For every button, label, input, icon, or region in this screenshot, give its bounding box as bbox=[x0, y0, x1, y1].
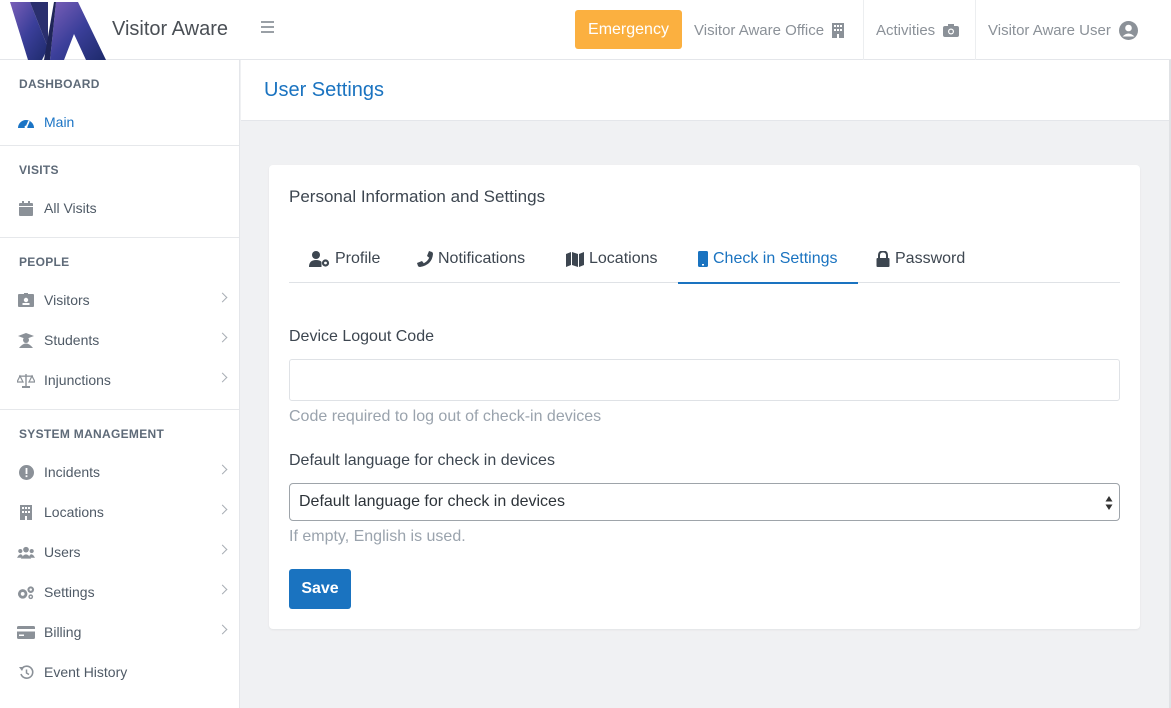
sidebar-item-label: Users bbox=[44, 544, 81, 560]
settings-tabs: Profile Notifications Locations Check in… bbox=[289, 235, 1120, 284]
section-title: DASHBOARD bbox=[19, 77, 100, 91]
sidebar-section-system-management: SYSTEM MANAGEMENT Incidents Locations Us… bbox=[0, 410, 239, 692]
sidebar-item-visitors[interactable]: Visitors bbox=[0, 280, 239, 320]
tab-label: Check in Settings bbox=[713, 250, 838, 267]
page-header: User Settings bbox=[241, 60, 1171, 121]
activities-label: Activities bbox=[876, 21, 936, 39]
tab-label: Password bbox=[895, 250, 966, 267]
section-title: SYSTEM MANAGEMENT bbox=[19, 427, 165, 441]
dashboard-icon bbox=[17, 114, 35, 130]
user-circle-icon bbox=[1118, 20, 1138, 40]
tab-label: Notifications bbox=[438, 250, 526, 267]
lock-icon bbox=[876, 251, 890, 267]
sidebar-item-main[interactable]: Main bbox=[0, 102, 239, 142]
chevron-right-icon bbox=[217, 372, 228, 383]
section-title: PEOPLE bbox=[19, 255, 70, 269]
sidebar-item-label: Injunctions bbox=[44, 372, 111, 388]
default-language-label: Default language for check in devices bbox=[289, 452, 555, 469]
device-logout-code-help: Code required to log out of check-in dev… bbox=[289, 408, 602, 425]
calendar-icon bbox=[17, 200, 35, 216]
credit-card-icon bbox=[17, 624, 35, 640]
sidebar-item-settings[interactable]: Settings bbox=[0, 572, 239, 612]
student-icon bbox=[17, 332, 35, 348]
sidebar: DASHBOARD Main VISITS All Visits PEOPLE … bbox=[0, 60, 240, 708]
id-badge-icon bbox=[17, 292, 35, 308]
chevron-right-icon bbox=[217, 332, 228, 343]
sidebar-section-dashboard: DASHBOARD Main bbox=[0, 60, 239, 146]
balance-scale-icon bbox=[17, 372, 35, 388]
sidebar-item-locations[interactable]: Locations bbox=[0, 492, 239, 532]
users-icon bbox=[17, 544, 35, 560]
cogs-icon bbox=[17, 584, 35, 600]
sidebar-item-label: All Visits bbox=[44, 200, 97, 216]
save-button[interactable]: Save bbox=[289, 569, 351, 609]
device-logout-code-input[interactable] bbox=[289, 359, 1120, 401]
activities-menu[interactable]: Activities bbox=[863, 0, 974, 60]
sidebar-item-label: Settings bbox=[44, 584, 95, 600]
tab-profile[interactable]: Profile bbox=[309, 235, 380, 283]
device-logout-code-label: Device Logout Code bbox=[289, 328, 434, 345]
sidebar-item-billing[interactable]: Billing bbox=[0, 612, 239, 652]
sidebar-item-users[interactable]: Users bbox=[0, 532, 239, 572]
sidebar-item-label: Billing bbox=[44, 624, 82, 640]
sidebar-item-label: Locations bbox=[44, 504, 104, 520]
exclamation-circle-icon bbox=[17, 464, 35, 480]
sidebar-item-students[interactable]: Students bbox=[0, 320, 239, 360]
tab-label: Locations bbox=[589, 250, 658, 267]
brand[interactable]: Visitor Aware bbox=[0, 0, 240, 60]
phone-icon bbox=[417, 251, 433, 267]
history-icon bbox=[17, 664, 35, 680]
sidebar-item-incidents[interactable]: Incidents bbox=[0, 452, 239, 492]
menu-toggle-icon[interactable] bbox=[258, 18, 278, 40]
tab-check-in-settings[interactable]: Check in Settings bbox=[678, 235, 857, 284]
visitor-aware-logo bbox=[10, 2, 106, 60]
emergency-button[interactable]: Emergency bbox=[575, 10, 682, 49]
chevron-right-icon bbox=[217, 544, 228, 555]
user-label: Visitor Aware User bbox=[988, 21, 1111, 39]
sidebar-section-people: PEOPLE Visitors Students Injunctions bbox=[0, 238, 239, 410]
card-title: Personal Information and Settings bbox=[289, 187, 546, 206]
chevron-right-icon bbox=[217, 504, 228, 515]
sidebar-item-label: Main bbox=[44, 114, 75, 130]
select-arrows-icon bbox=[1105, 496, 1113, 510]
user-cog-icon bbox=[309, 251, 330, 267]
sidebar-item-label: Event History bbox=[44, 664, 128, 680]
section-title: VISITS bbox=[19, 163, 59, 177]
tab-locations[interactable]: Locations bbox=[566, 235, 658, 283]
brand-name: Visitor Aware bbox=[112, 18, 228, 40]
sidebar-section-visits: VISITS All Visits bbox=[0, 146, 239, 238]
map-icon bbox=[566, 251, 584, 267]
sidebar-item-label: Incidents bbox=[44, 464, 101, 480]
user-menu[interactable]: Visitor Aware User bbox=[975, 0, 1160, 60]
sidebar-item-label: Visitors bbox=[44, 292, 90, 308]
chevron-right-icon bbox=[217, 464, 228, 475]
sidebar-item-event-history[interactable]: Event History bbox=[0, 652, 239, 692]
camera-icon bbox=[943, 23, 960, 37]
sidebar-item-all-visits[interactable]: All Visits bbox=[0, 188, 239, 228]
mobile-icon bbox=[698, 251, 708, 267]
select-value: Default language for check in devices bbox=[299, 493, 565, 510]
default-language-select[interactable]: Default language for check in devices bbox=[289, 483, 1120, 521]
building-icon bbox=[832, 22, 845, 38]
chevron-right-icon bbox=[217, 584, 228, 595]
chevron-right-icon bbox=[217, 292, 228, 303]
sidebar-item-label: Students bbox=[44, 332, 100, 348]
default-language-help: If empty, English is used. bbox=[289, 528, 466, 545]
office-label: Visitor Aware Office bbox=[694, 21, 825, 39]
chevron-right-icon bbox=[217, 624, 228, 635]
top-bar: Visitor Aware Emergency Visitor Aware Of… bbox=[0, 0, 1171, 60]
sidebar-item-injunctions[interactable]: Injunctions bbox=[0, 360, 239, 400]
tab-notifications[interactable]: Notifications bbox=[417, 235, 525, 283]
page-title: User Settings bbox=[264, 79, 385, 101]
tab-label: Profile bbox=[335, 250, 381, 267]
settings-card: Personal Information and Settings Profil… bbox=[269, 165, 1140, 629]
tab-password[interactable]: Password bbox=[876, 235, 965, 283]
office-selector[interactable]: Visitor Aware Office bbox=[682, 0, 862, 60]
building-icon bbox=[17, 504, 35, 520]
